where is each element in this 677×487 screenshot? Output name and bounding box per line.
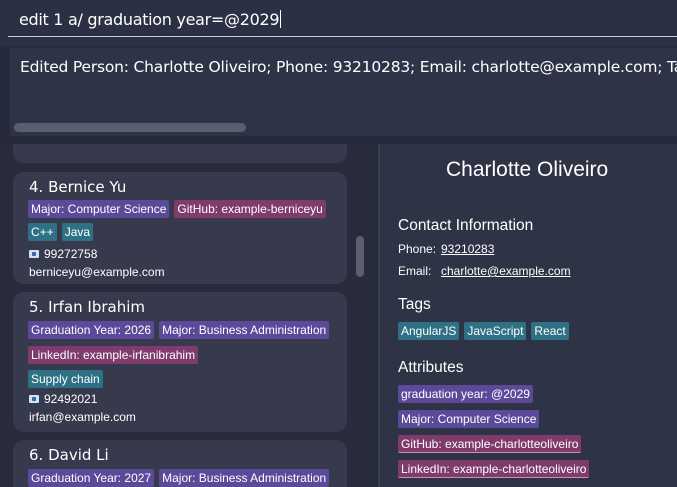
attribute-badge: LinkedIn: example-charlotteoliveiro bbox=[398, 460, 590, 478]
detail-name: Charlotte Oliveiro bbox=[446, 158, 609, 181]
result-text: Edited Person: Charlotte Oliveiro; Phone… bbox=[20, 58, 677, 76]
tag-row: C++ Java bbox=[28, 223, 94, 241]
attribute-row: Graduation Year: 2027 Major: Business Ad… bbox=[28, 469, 330, 487]
attribute-badge: Graduation Year: 2027 bbox=[28, 469, 155, 487]
person-detail-panel: Charlotte Oliveiro Contact Information P… bbox=[380, 144, 677, 487]
tag-badge: JavaScript bbox=[464, 322, 527, 340]
detail-tag-row: AngularJS JavaScript React bbox=[398, 322, 569, 340]
person-card[interactable]: 5. Irfan Ibrahim Graduation Year: 2026 M… bbox=[13, 292, 347, 432]
attribute-badge: Major: Computer Science bbox=[398, 410, 540, 428]
email-value: berniceyu@example.com bbox=[29, 265, 165, 279]
person-name: 6. David Li bbox=[29, 446, 109, 464]
tag-badge: Java bbox=[61, 223, 94, 241]
person-name: 4. Bernice Yu bbox=[29, 178, 127, 196]
detail-phone[interactable]: 93210283 bbox=[441, 242, 494, 256]
person-card[interactable]: 4. Bernice Yu Major: Computer Science Gi… bbox=[13, 172, 347, 284]
attribute-badge: graduation year: @2029 bbox=[398, 385, 533, 403]
command-bar: edit 1 a/ graduation year=@2029 bbox=[0, 0, 677, 46]
person-card[interactable]: 6. David Li Graduation Year: 2027 Major:… bbox=[13, 440, 347, 487]
tag-badge: Supply chain bbox=[28, 370, 103, 388]
attribute-badge: Major: Business Administration bbox=[159, 321, 330, 339]
attribute-badge: GitHub: example-berniceyu bbox=[174, 200, 326, 218]
attribute-badge: Major: Business Administration bbox=[159, 469, 330, 487]
attribute-row: LinkedIn: example-irfanibrahim bbox=[28, 346, 199, 364]
tag-badge: React bbox=[531, 322, 569, 340]
person-list: 4. Bernice Yu Major: Computer Science Gi… bbox=[0, 144, 378, 487]
detail-email[interactable]: charlotte@example.com bbox=[441, 264, 571, 278]
command-input[interactable]: edit 1 a/ graduation year=@2029 bbox=[8, 5, 677, 37]
contact-heading: Contact Information bbox=[398, 217, 534, 234]
attribute-badge: GitHub: example-charlotteoliveiro bbox=[398, 435, 582, 453]
detail-email-row: Email: charlotte@example.com bbox=[398, 264, 571, 278]
vertical-scrollbar[interactable] bbox=[356, 236, 364, 277]
tags-heading: Tags bbox=[398, 296, 431, 313]
phone-icon bbox=[29, 250, 39, 258]
person-name: 5. Irfan Ibrahim bbox=[29, 298, 146, 316]
person-card[interactable] bbox=[13, 144, 347, 163]
attributes-heading: Attributes bbox=[398, 359, 464, 376]
phone-label: Phone: bbox=[398, 242, 437, 256]
attribute-badge: LinkedIn: example-irfanibrahim bbox=[28, 346, 199, 364]
phone-row: 99272758 bbox=[29, 247, 97, 261]
phone-icon bbox=[29, 395, 39, 403]
text-caret bbox=[280, 10, 282, 28]
command-text: edit 1 a/ graduation year=@2029 bbox=[19, 10, 282, 29]
attribute-badge: Major: Computer Science bbox=[28, 200, 170, 218]
attribute-row: Major: Computer Science GitHub: example-… bbox=[28, 200, 326, 218]
tag-badge: AngularJS bbox=[398, 322, 460, 340]
attribute-badge: Graduation Year: 2026 bbox=[28, 321, 155, 339]
email-label: Email: bbox=[398, 264, 432, 278]
horizontal-scrollbar[interactable] bbox=[14, 123, 246, 132]
phone-row: 92492021 bbox=[29, 392, 97, 406]
phone-value: 92492021 bbox=[44, 392, 98, 406]
attribute-row: Graduation Year: 2026 Major: Business Ad… bbox=[28, 321, 330, 339]
detail-phone-row: Phone: 93210283 bbox=[398, 242, 494, 256]
tag-badge: C++ bbox=[28, 223, 57, 241]
tag-row: Supply chain bbox=[28, 370, 103, 388]
email-value: irfan@example.com bbox=[29, 410, 136, 424]
phone-value: 99272758 bbox=[44, 247, 98, 261]
